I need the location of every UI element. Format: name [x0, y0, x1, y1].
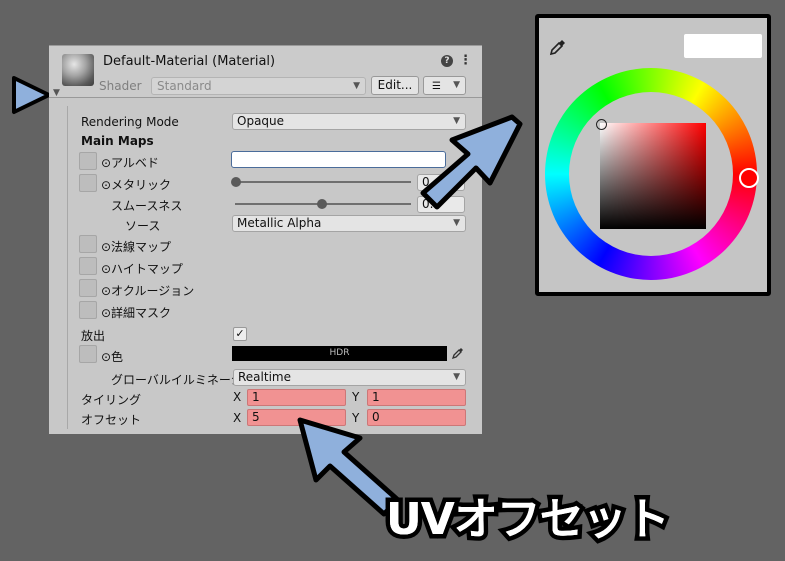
- edit-shader-button[interactable]: Edit...: [371, 76, 419, 95]
- uv-offset-caption: UVオフセット: [386, 494, 670, 545]
- play-arrow-icon: [12, 76, 51, 114]
- list-options-button[interactable]: ☰ ▼: [423, 76, 466, 95]
- emission-hdr-color-field[interactable]: HDR: [232, 346, 447, 361]
- offset-y-axis-label: Y: [352, 411, 360, 425]
- albedo-texture-slot[interactable]: [79, 152, 97, 170]
- albedo-label: ⊙アルベド: [101, 156, 159, 170]
- offset-x-field[interactable]: 5: [247, 409, 346, 426]
- tiling-y-field[interactable]: 1: [367, 389, 466, 406]
- chevron-down-icon: ▼: [453, 372, 460, 382]
- offset-x-axis-label: X: [233, 411, 242, 425]
- eyedropper-icon[interactable]: [451, 346, 465, 360]
- shader-label: Shader: [99, 79, 142, 93]
- albedo-color-field[interactable]: [231, 151, 446, 168]
- chevron-down-icon: ▼: [453, 80, 460, 90]
- tiling-x-axis-label: X: [233, 390, 242, 404]
- source-label: ソース: [125, 219, 161, 233]
- metallic-slider-track[interactable]: [235, 181, 411, 183]
- material-inspector: Default-Material (Material) ? ⋮ Shader S…: [49, 45, 482, 434]
- height-map-slot[interactable]: [79, 257, 97, 275]
- metallic-label: ⊙メタリック: [101, 178, 172, 192]
- metallic-slider-knob[interactable]: [231, 177, 241, 187]
- smoothness-label: スムースネス: [111, 199, 183, 213]
- normal-map-slot[interactable]: [79, 235, 97, 253]
- emission-color-slot[interactable]: [79, 345, 97, 363]
- material-title: Default-Material (Material): [103, 54, 276, 69]
- emission-checkbox[interactable]: ✓: [233, 327, 247, 341]
- help-icon[interactable]: ?: [441, 55, 453, 67]
- chevron-down-icon: ▼: [453, 116, 460, 126]
- checkmark-icon: ✓: [235, 327, 245, 340]
- material-preview-sphere[interactable]: [62, 54, 94, 86]
- metallic-texture-slot[interactable]: [79, 174, 97, 192]
- metallic-value-field[interactable]: 0: [417, 174, 465, 191]
- offset-y-field[interactable]: 0: [367, 409, 466, 426]
- offset-label: オフセット: [81, 413, 142, 427]
- height-map-label: ⊙ハイトマップ: [101, 262, 183, 276]
- arrow-to-offset: [297, 417, 401, 517]
- saturation-value-square[interactable]: [600, 123, 706, 229]
- list-icon: ☰: [432, 81, 441, 92]
- detail-mask-slot[interactable]: [79, 301, 97, 319]
- gi-dropdown[interactable]: Realtime ▼: [233, 369, 466, 386]
- foldout-arrow-icon[interactable]: ▼: [53, 88, 60, 98]
- color-hex-field[interactable]: [684, 34, 762, 58]
- inspector-header: Default-Material (Material) ? ⋮ Shader S…: [49, 46, 482, 98]
- tiling-y-axis-label: Y: [352, 390, 360, 404]
- rendering-mode-label: Rendering Mode: [81, 115, 179, 129]
- indent-divider: [67, 106, 68, 429]
- hue-handle[interactable]: [739, 168, 759, 188]
- chevron-down-icon: ▼: [453, 218, 460, 228]
- color-picker-panel: [535, 14, 771, 296]
- rendering-mode-dropdown[interactable]: Opaque ▼: [232, 113, 466, 130]
- source-dropdown[interactable]: Metallic Alpha ▼: [232, 215, 466, 232]
- menu-icon[interactable]: ⋮: [459, 53, 472, 68]
- occlusion-map-slot[interactable]: [79, 279, 97, 297]
- normal-map-label: ⊙法線マップ: [101, 240, 172, 254]
- chevron-down-icon: ▼: [353, 81, 360, 91]
- shader-dropdown[interactable]: Standard ▼: [151, 77, 366, 95]
- smoothness-value-field[interactable]: 0.5: [417, 196, 465, 213]
- sv-handle[interactable]: [596, 119, 607, 130]
- color-label: ⊙色: [101, 350, 124, 364]
- eyedropper-icon[interactable]: [549, 38, 567, 56]
- main-maps-heading: Main Maps: [81, 134, 154, 148]
- occlusion-label: ⊙オクルージョン: [101, 284, 195, 298]
- tiling-x-field[interactable]: 1: [247, 389, 346, 406]
- emission-label: 放出: [81, 329, 106, 343]
- smoothness-slider-knob[interactable]: [317, 199, 327, 209]
- detail-mask-label: ⊙詳細マスク: [101, 306, 172, 320]
- tiling-label: タイリング: [81, 393, 142, 407]
